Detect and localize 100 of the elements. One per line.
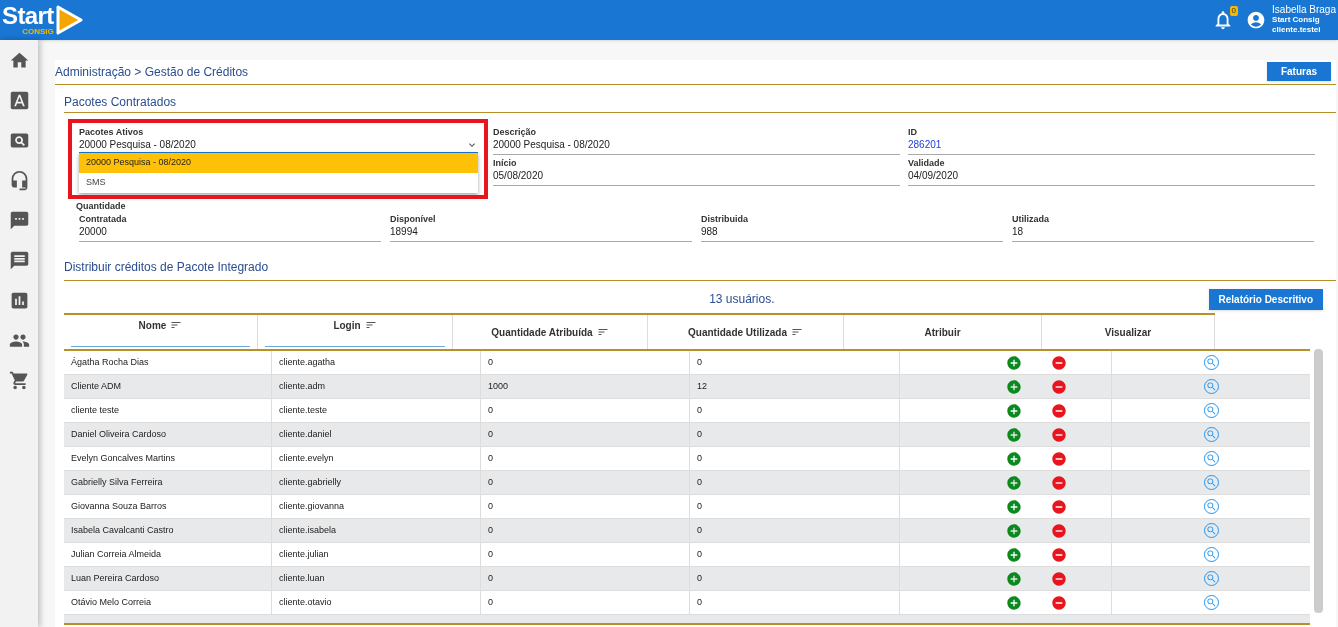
field-label: Disponível [390,213,436,225]
section-title: Distribuir créditos de Pacote Integrado [64,258,269,276]
table-cell: Evelyn Goncalves Martins [64,447,272,470]
remove-icon[interactable] [1051,474,1067,491]
table-cell: Ágatha Rocha Dias [64,351,272,374]
table-cell: cliente.evelyn [272,447,481,470]
message-icon[interactable] [8,250,30,271]
add-icon[interactable] [1006,402,1022,419]
table-cell: 0 [690,351,900,374]
table-cell: 0 [690,399,900,422]
column-title: Nome [138,318,167,333]
table-cell: 0 [690,543,900,566]
remove-icon[interactable] [1051,378,1067,395]
table-cell: Daniel Oliveira Cardoso [64,423,272,446]
user-count: 13 usuários. [709,291,775,308]
logo-subtitle: CONSIG [22,28,54,36]
field-label: Distribuida [701,213,748,225]
field-value: 20000 [79,225,381,242]
table-cell: Luan Pereira Cardoso [64,567,272,590]
table-cell: 0 [690,519,900,542]
add-icon[interactable] [1006,426,1022,443]
add-icon[interactable] [1006,450,1022,467]
sort-icon[interactable] [790,326,803,338]
home-icon[interactable] [8,50,30,71]
add-icon[interactable] [1006,594,1022,611]
invoices-button[interactable]: Faturas [1266,61,1331,81]
table-cell: 1000 [481,375,690,398]
table-cell: Otávio Melo Correia [64,591,272,614]
field-value: 18994 [390,225,692,242]
table-cell: cliente.otavio [272,591,481,614]
add-icon[interactable] [1006,570,1022,587]
field-value: 05/08/2020 [493,169,900,186]
table-cell: 0 [481,591,690,614]
remove-icon[interactable] [1051,546,1067,563]
add-icon[interactable] [1006,546,1022,563]
letter-tile-icon[interactable] [8,90,30,111]
add-icon[interactable] [1006,378,1022,395]
remove-icon[interactable] [1051,450,1067,467]
column-title: Visualizar [1104,325,1152,340]
column-title: Quantidade Atribuída [491,325,593,340]
remove-icon[interactable] [1051,402,1067,419]
add-icon[interactable] [1006,354,1022,371]
user-avatar-icon[interactable] [1246,10,1267,30]
report-button[interactable]: Relatório Descritivo [1208,288,1323,310]
field-label: Descrição [493,126,537,138]
table-cell: Julian Correia Almeida [64,543,272,566]
table-cell: Giovanna Souza Barros [64,495,272,518]
play-logo-icon [54,5,83,35]
notification-badge: 0 [1229,6,1239,16]
logo-wordmark: Start [2,4,54,28]
table-cell: cliente teste [64,399,272,422]
table-cell: 12 [690,375,900,398]
table-cell: 0 [690,495,900,518]
table-cell: 0 [481,399,690,422]
table-cell: cliente.giovanna [272,495,481,518]
field-label: ID [908,126,917,138]
sort-icon[interactable] [170,319,183,331]
field-value: 20000 Pesquisa - 08/2020 [493,138,900,155]
add-icon[interactable] [1006,498,1022,515]
add-icon[interactable] [1006,522,1022,539]
table-cell: cliente.daniel [272,423,481,446]
table-cell: cliente.julian [272,543,481,566]
quantity-label: Quantidade [76,201,126,211]
remove-icon[interactable] [1051,498,1067,515]
table-cell: 0 [690,423,900,446]
table-cell: 0 [481,471,690,494]
remove-icon[interactable] [1051,570,1067,587]
field-label: Validade [908,157,945,169]
table-cell: 0 [690,471,900,494]
cart-icon[interactable] [8,370,30,391]
column-title: Login [333,318,361,333]
dropdown-option[interactable]: 20000 Pesquisa - 08/2020 [79,153,478,173]
remove-icon[interactable] [1051,522,1067,539]
column-title: Quantidade Utilizada [688,325,787,340]
table-cell: 0 [481,423,690,446]
table-cell: 0 [481,495,690,518]
remove-icon[interactable] [1051,354,1067,371]
dropdown-option[interactable]: SMS [79,173,478,193]
table-cell: cliente.luan [272,567,481,590]
field-value: 04/09/2020 [908,169,1315,186]
field-value: 988 [701,225,1003,242]
table-cell: cliente.isabela [272,519,481,542]
remove-icon[interactable] [1051,426,1067,443]
table-cell: 0 [481,543,690,566]
table-cell: cliente.teste [272,399,481,422]
add-icon[interactable] [1006,474,1022,491]
section-title: Pacotes Contratados [64,93,177,111]
sort-icon[interactable] [596,326,609,338]
table-cell: 0 [690,447,900,470]
table-cell: Cliente ADM [64,375,272,398]
user-name: Isabella Braga [1272,5,1336,15]
field-label: Contratada [79,213,127,225]
remove-icon[interactable] [1051,594,1067,611]
table-cell: 0 [690,567,900,590]
chat-icon[interactable] [8,210,30,231]
sort-icon[interactable] [364,319,377,331]
table-cell: 0 [481,567,690,590]
breadcrumb: Administração > Gestão de Créditos [55,64,249,81]
user-company: Start Consig [1272,15,1321,25]
table-cell: 0 [690,591,900,614]
